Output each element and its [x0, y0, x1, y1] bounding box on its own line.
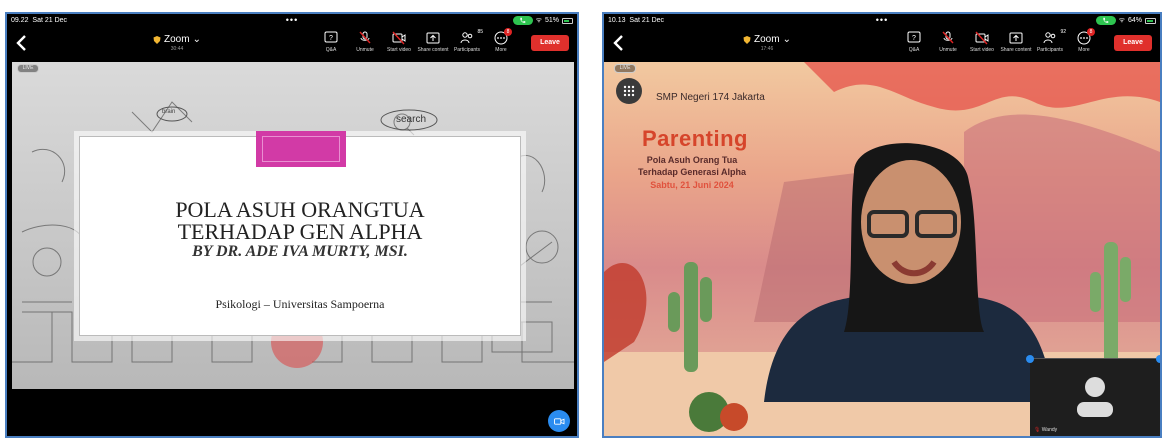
grid-icon — [623, 85, 635, 97]
status-time: 09.22 — [11, 17, 29, 24]
battery-icon — [1145, 17, 1156, 24]
more-button[interactable]: 8 More — [1070, 28, 1098, 53]
status-date: Sat 21 Dec — [629, 17, 665, 24]
active-call-pill[interactable] — [1095, 16, 1116, 25]
share-content-button[interactable]: Share content — [1000, 31, 1032, 53]
active-call-pill[interactable] — [512, 16, 533, 25]
muted-mic-icon: 🎙 — [1034, 427, 1041, 433]
chevron-down-icon: ⌄ — [782, 34, 791, 45]
meeting-title[interactable]: Zoom ⌄ 30:44 — [142, 34, 212, 52]
app-grid-button[interactable] — [616, 78, 642, 104]
slide-tape-decoration — [256, 131, 346, 167]
svg-text:?: ? — [329, 35, 333, 42]
floating-camera-button[interactable] — [548, 410, 570, 432]
participants-button[interactable]: 85 Participants — [453, 29, 483, 53]
participants-icon — [460, 32, 473, 44]
speaker-video: SMP Negeri 174 Jakarta Parenting Pola As… — [604, 62, 1160, 436]
meeting-name: Zoom — [754, 34, 780, 45]
battery-percent: 64% — [1127, 17, 1142, 24]
participants-count: 85 — [477, 29, 483, 35]
video-camera-off-icon — [392, 31, 406, 45]
more-button[interactable]: 8 More — [487, 28, 515, 53]
wifi-icon: ᯤ — [1118, 17, 1125, 24]
share-screen-icon — [1009, 32, 1023, 44]
slide-title-line2: TERHADAP GEN ALPHA — [177, 219, 423, 244]
slide-title-line1: POLA ASUH ORANGTUA — [175, 197, 425, 222]
microphone-muted-icon — [359, 31, 371, 44]
participants-button[interactable]: 92 Participants — [1036, 29, 1066, 53]
meeting-duration: 30:44 — [170, 46, 184, 52]
participants-count: 92 — [1060, 29, 1066, 35]
status-bar: 10.13 Sat 21 Dec ••• ᯤ 64% — [604, 14, 1160, 28]
toolbar-buttons: ? Q&A Unmute Start video Share content 85… — [317, 28, 515, 53]
phone-icon — [520, 17, 526, 23]
wifi-icon: ᯤ — [535, 17, 542, 24]
unmute-button[interactable]: Unmute — [351, 31, 379, 53]
leave-button[interactable]: Leave — [531, 35, 569, 51]
sketch-word-search: search — [396, 114, 427, 125]
chevron-down-icon: ⌄ — [192, 34, 201, 45]
battery-level-fill — [1147, 19, 1153, 22]
resize-handle[interactable] — [1026, 355, 1034, 363]
encryption-shield-icon — [743, 35, 751, 44]
zoom-toolbar: Zoom ⌄ 30:44 ? Q&A Unmute Start video Shar… — [7, 28, 577, 62]
live-indicator: LIVE — [17, 64, 39, 73]
qa-icon: ? — [907, 31, 921, 43]
zoom-toolbar: Zoom ⌄ 17:46 ? Q&A Unmute Start video Shar… — [604, 28, 1160, 62]
resize-handle[interactable] — [1156, 355, 1160, 363]
participants-icon — [1043, 32, 1056, 44]
share-screen-icon — [426, 32, 440, 44]
slide-affiliation: Psikologi – Universitas Sampoerna — [215, 297, 385, 311]
start-video-button[interactable]: Start video — [385, 31, 413, 53]
status-date: Sat 21 Dec — [32, 17, 68, 24]
school-name: SMP Negeri 174 Jakarta — [656, 92, 765, 103]
battery-percent: 51% — [544, 17, 559, 24]
leave-button[interactable]: Leave — [1114, 35, 1152, 51]
multitask-dots-icon[interactable]: ••• — [876, 15, 888, 25]
video-camera-icon — [553, 417, 564, 425]
left-zoom-screenshot: 09.22 Sat 21 Dec ••• ᯤ 51% Zoom ⌄ 30:44 ?… — [5, 12, 579, 438]
back-chevron-icon[interactable] — [612, 34, 626, 52]
qa-button[interactable]: ? Q&A — [317, 31, 345, 53]
event-date: Sabtu, 21 Juni 2024 — [650, 180, 734, 190]
slide-author: BY DR. ADE IVA MURTY, MSI. — [192, 243, 408, 260]
qa-icon: ? — [324, 31, 338, 43]
shared-slide: brain search POLA ASUH ORANGTUA TERHADAP… — [12, 62, 574, 389]
self-view-tile[interactable]: 🎙 Wandy — [1026, 355, 1160, 436]
microphone-muted-icon — [942, 31, 954, 44]
live-indicator: LIVE — [614, 64, 636, 73]
avatar-placeholder-icon — [1077, 377, 1113, 417]
start-video-button[interactable]: Start video — [968, 31, 996, 53]
battery-icon — [562, 17, 573, 24]
qa-button[interactable]: ? Q&A — [900, 31, 928, 53]
self-view-name: Wandy — [1041, 427, 1058, 433]
toolbar-buttons: ? Q&A Unmute Start video Share content 92… — [900, 28, 1098, 53]
unmute-button[interactable]: Unmute — [934, 31, 962, 53]
multitask-dots-icon[interactable]: ••• — [286, 15, 298, 25]
status-time: 10.13 — [608, 17, 626, 24]
more-badge: 8 — [504, 28, 512, 36]
video-camera-off-icon — [975, 31, 989, 45]
phone-icon — [1103, 17, 1109, 23]
event-title: Parenting — [642, 126, 748, 151]
meeting-name: Zoom — [164, 34, 190, 45]
more-badge: 8 — [1087, 28, 1095, 36]
share-content-button[interactable]: Share content — [417, 31, 449, 53]
status-bar: 09.22 Sat 21 Dec ••• ᯤ 51% — [7, 14, 577, 28]
sketch-word-brain: brain — [162, 109, 176, 115]
right-zoom-screenshot: 10.13 Sat 21 Dec ••• ᯤ 64% Zoom ⌄ 17:46 ?… — [602, 12, 1162, 438]
battery-level-fill — [564, 19, 569, 22]
encryption-shield-icon — [153, 35, 161, 44]
back-chevron-icon[interactable] — [15, 34, 29, 52]
event-subtitle: Pola Asuh Orang Tua Terhadap Generasi Al… — [637, 155, 747, 177]
svg-text:?: ? — [912, 35, 916, 42]
meeting-duration: 17:46 — [760, 46, 774, 52]
meeting-title[interactable]: Zoom ⌄ 17:46 — [732, 34, 802, 52]
